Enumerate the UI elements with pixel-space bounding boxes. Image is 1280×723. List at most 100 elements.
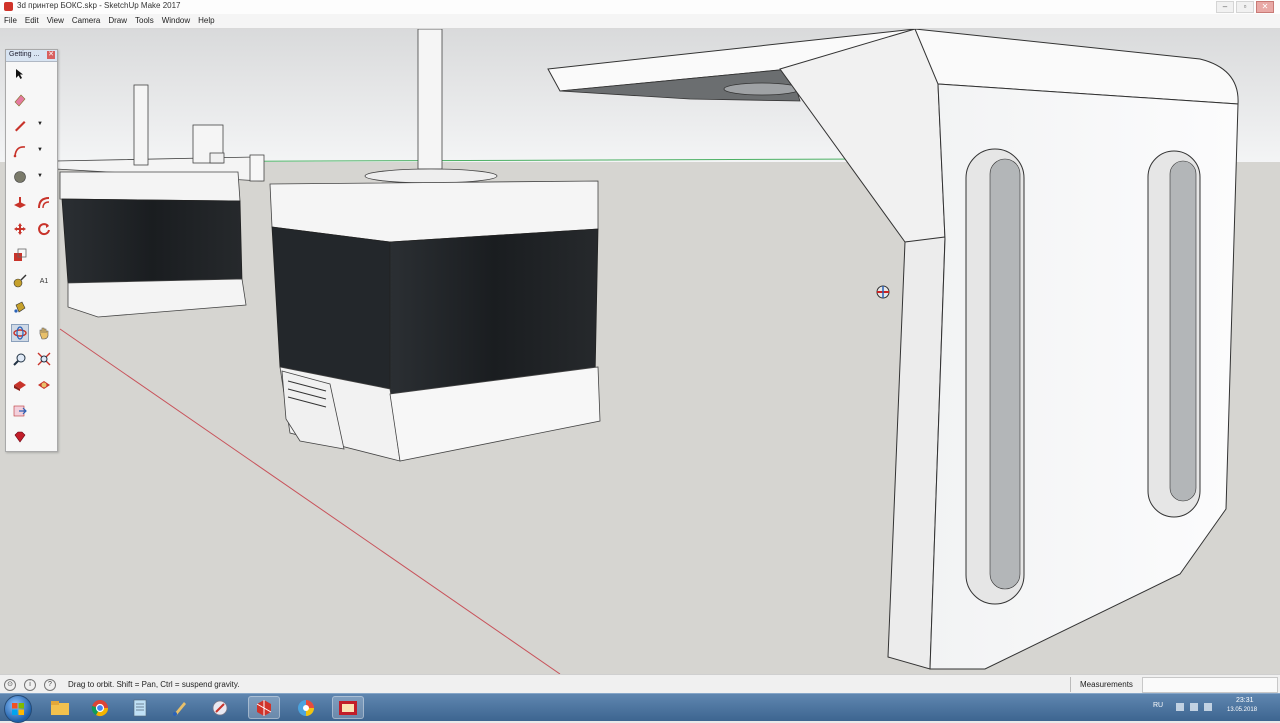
window-title: 3d принтер БОКС.skp - SketchUp Make 2017 — [17, 1, 181, 10]
tray-network-icon[interactable] — [1190, 703, 1198, 711]
push-pull-tool[interactable] — [11, 194, 29, 212]
ruby-console-tool[interactable] — [11, 428, 29, 446]
orbit-icon — [13, 326, 27, 340]
window-controls: – ▫ ✕ — [1216, 1, 1274, 13]
chrome-icon — [91, 699, 109, 716]
menu-help[interactable]: Help — [194, 14, 218, 28]
line-tool[interactable] — [11, 116, 29, 134]
sketchup-app-icon — [4, 2, 13, 11]
shapes-dropdown-arrow-icon[interactable]: ▼ — [37, 173, 43, 179]
paint-bucket-tool[interactable] — [11, 298, 29, 316]
toolbar-close-button[interactable]: ✕ — [47, 51, 55, 59]
menu-bar: File Edit View Camera Draw Tools Window … — [0, 14, 1280, 29]
drawing-viewport[interactable] — [0, 29, 1280, 674]
taskbar-tool-app[interactable] — [204, 696, 236, 719]
push-pull-icon — [14, 197, 26, 208]
sketchup-icon — [256, 699, 272, 716]
measurements-input[interactable] — [1142, 677, 1278, 693]
offset-tool[interactable] — [35, 194, 53, 212]
measurements-label: Measurements — [1080, 680, 1133, 689]
3d-warehouse-tool[interactable] — [11, 376, 29, 394]
instructor-help-icon[interactable]: ? — [44, 679, 56, 691]
clock-date[interactable]: 13.05.2018 — [1227, 707, 1257, 713]
menu-edit[interactable]: Edit — [21, 14, 43, 28]
warehouse-icon — [14, 381, 26, 391]
zoom-extents-tool[interactable] — [35, 350, 53, 368]
text-label-icon: A1 — [39, 277, 49, 285]
hand-pan-icon — [39, 327, 49, 340]
menu-tools[interactable]: Tools — [131, 14, 158, 28]
eraser-tool[interactable] — [11, 91, 29, 109]
send-to-layout-tool[interactable] — [11, 402, 29, 420]
paint-bucket-icon — [14, 301, 26, 313]
start-button[interactable] — [4, 695, 32, 723]
rail-clip — [249, 154, 265, 182]
menu-camera[interactable]: Camera — [68, 14, 104, 28]
menu-file[interactable]: File — [0, 14, 21, 28]
arc-dropdown-arrow-icon[interactable]: ▼ — [37, 147, 43, 153]
windows-explorer-icon — [51, 700, 69, 715]
menu-window[interactable]: Window — [158, 14, 194, 28]
zoom-tool[interactable] — [11, 350, 29, 368]
circle-shape-icon — [14, 171, 26, 183]
taskbar-notepad[interactable] — [124, 696, 156, 719]
geo-location-icon[interactable]: ⊙ — [4, 679, 16, 691]
taskbar-paint[interactable] — [164, 696, 196, 719]
move-tool[interactable] — [11, 220, 29, 238]
extension-warehouse-icon — [38, 381, 50, 389]
tray-volume-icon[interactable] — [1204, 703, 1212, 711]
tape-measure-tool[interactable] — [11, 272, 29, 290]
menu-view[interactable]: View — [43, 14, 68, 28]
presentation-icon — [339, 700, 357, 715]
taskbar-chrome[interactable] — [84, 696, 116, 719]
tape-measure-icon — [13, 274, 27, 288]
rotate-tool[interactable] — [35, 220, 53, 238]
toolbar-header: Getting ... ✕ — [6, 50, 57, 62]
3d-model-scene — [0, 29, 1280, 674]
tray-arrow-icon[interactable] — [1176, 703, 1184, 711]
shapes-tool[interactable] — [11, 168, 29, 186]
notepad-icon — [133, 699, 147, 716]
offset-icon — [38, 197, 50, 209]
scale-tool[interactable] — [11, 246, 29, 264]
status-hint: Drag to orbit. Shift = Pan, Ctrl = suspe… — [68, 680, 240, 689]
taskbar-presentation[interactable] — [332, 696, 364, 719]
minimize-button[interactable]: – — [1216, 1, 1234, 13]
maximize-button[interactable]: ▫ — [1236, 1, 1254, 13]
status-divider — [1070, 677, 1071, 692]
orbit-tool[interactable] — [11, 324, 29, 342]
magnifier-icon — [13, 353, 26, 366]
menu-draw[interactable]: Draw — [104, 14, 131, 28]
taskbar-explorer[interactable] — [44, 696, 76, 719]
status-bar: ⊙ i ? Drag to orbit. Shift = Pan, Ctrl =… — [0, 674, 1280, 694]
scale-icon — [14, 248, 27, 261]
windows-logo-icon — [12, 703, 24, 715]
layout-icon — [13, 405, 27, 417]
extension-warehouse-tool[interactable] — [35, 376, 53, 394]
ruby-gem-icon — [14, 431, 26, 443]
arc-icon — [13, 146, 26, 158]
color-wheel-icon — [298, 699, 314, 716]
arc-tool[interactable] — [11, 142, 29, 160]
getting-started-toolbar[interactable]: Getting ... ✕ ▼ ▼ ▼ A1 — [5, 49, 58, 452]
move-arrows-icon — [14, 223, 26, 235]
title-bar: 3d принтер БОКС.skp - SketchUp Make 2017… — [0, 0, 1280, 15]
windows-taskbar: RU 23:31 13.05.2018 — [0, 693, 1280, 723]
taskbar-sketchup[interactable] — [248, 696, 280, 719]
close-button[interactable]: ✕ — [1256, 1, 1274, 13]
select-tool[interactable] — [11, 65, 29, 83]
credits-icon[interactable]: i — [24, 679, 36, 691]
zoom-extents-icon — [37, 352, 51, 366]
arrow-cursor-icon — [16, 69, 23, 79]
text-tool[interactable]: A1 — [35, 272, 53, 290]
toolbar-title: Getting ... — [9, 51, 40, 58]
tool-app-icon — [212, 700, 228, 715]
line-dropdown-arrow-icon[interactable]: ▼ — [37, 121, 43, 127]
taskbar-color-app[interactable] — [290, 696, 322, 719]
language-indicator[interactable]: RU — [1153, 702, 1163, 709]
rotate-icon — [38, 223, 50, 236]
eraser-icon — [14, 94, 26, 107]
clock-time[interactable]: 23:31 — [1236, 697, 1254, 704]
paint-brush-icon — [173, 701, 186, 716]
pan-tool[interactable] — [35, 324, 53, 342]
